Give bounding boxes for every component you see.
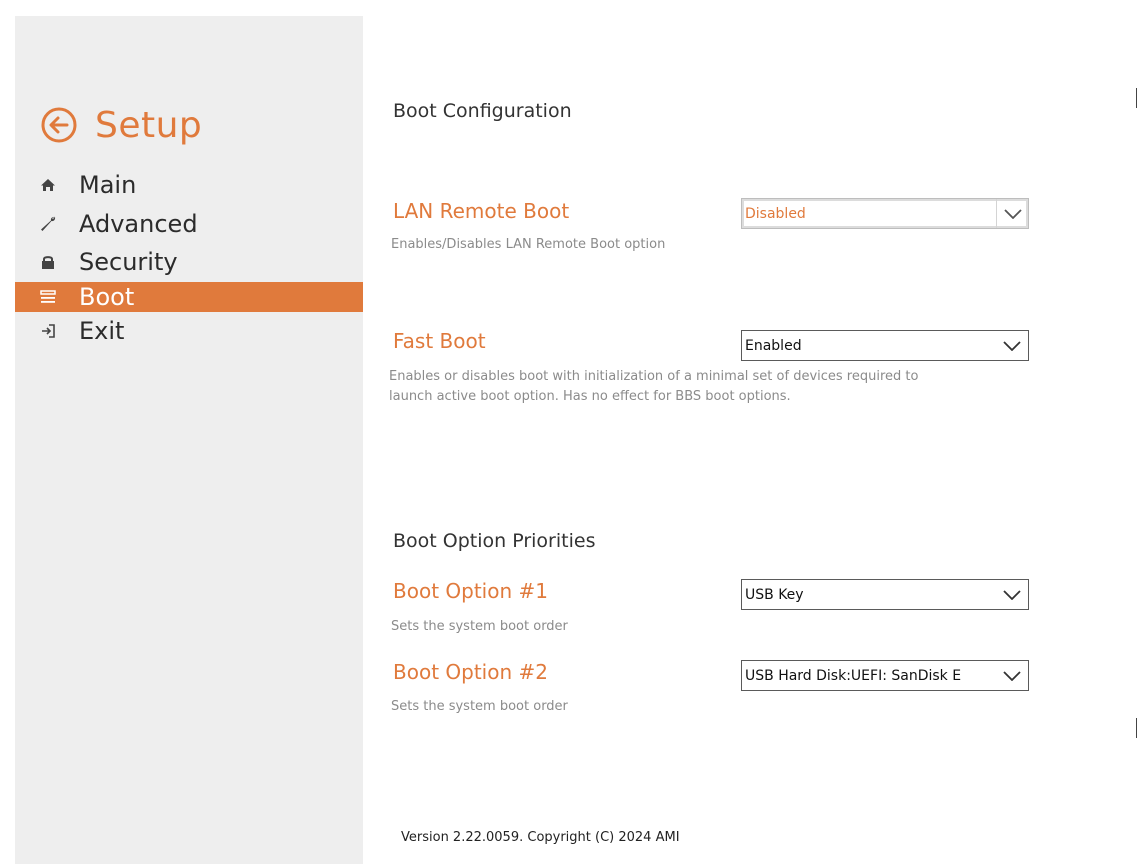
sidebar-item-label: Exit xyxy=(79,316,125,345)
lock-icon xyxy=(39,253,57,271)
boot-option-2-label: Boot Option #2 xyxy=(393,660,548,684)
sidebar-item-main[interactable]: Main xyxy=(15,166,363,205)
scrollbar-top-mark[interactable] xyxy=(1136,88,1137,108)
boot-option-1-help: Sets the system boot order xyxy=(391,619,568,634)
back-arrow-icon[interactable] xyxy=(40,106,78,144)
wrench-icon xyxy=(39,215,57,233)
setup-title: Setup xyxy=(40,100,202,150)
boot-option-2-help: Sets the system boot order xyxy=(391,699,568,714)
chevron-down-icon[interactable] xyxy=(996,199,1028,228)
sidebar-nav: Main Advanced Security Boot Exit xyxy=(15,166,363,350)
boot-option-2-select[interactable]: USB Hard Disk:UEFI: SanDisk E xyxy=(741,660,1029,691)
chevron-down-icon[interactable] xyxy=(996,661,1028,690)
select-value: Disabled xyxy=(745,205,806,222)
home-icon xyxy=(39,176,57,194)
boot-list-icon xyxy=(39,288,57,306)
exit-icon xyxy=(39,322,57,340)
fast-boot-help-line-2: launch active boot option. Has no effect… xyxy=(389,389,791,404)
sidebar-item-label: Main xyxy=(79,171,137,200)
sidebar-item-label: Security xyxy=(79,248,178,277)
boot-option-1-select[interactable]: USB Key xyxy=(741,579,1029,610)
sidebar-item-label: Advanced xyxy=(79,209,198,238)
chevron-down-icon[interactable] xyxy=(996,331,1028,360)
fast-boot-help-line-1: Enables or disables boot with initializa… xyxy=(389,369,919,384)
version-footer: Version 2.22.0059. Copyright (C) 2024 AM… xyxy=(401,830,680,845)
sidebar-item-boot[interactable]: Boot xyxy=(15,281,363,312)
fast-boot-select[interactable]: Enabled xyxy=(741,330,1029,361)
select-value: USB Hard Disk:UEFI: SanDisk E xyxy=(745,667,962,684)
sidebar-item-exit[interactable]: Exit xyxy=(15,312,363,351)
sidebar-item-advanced[interactable]: Advanced xyxy=(15,205,363,244)
boot-option-1-label: Boot Option #1 xyxy=(393,579,548,603)
section-boot-configuration: Boot Configuration xyxy=(393,100,572,122)
section-boot-option-priorities: Boot Option Priorities xyxy=(393,530,596,552)
fast-boot-label: Fast Boot xyxy=(393,329,486,353)
sidebar-item-label: Boot xyxy=(79,282,135,311)
chevron-down-icon[interactable] xyxy=(996,580,1028,609)
setup-label: Setup xyxy=(95,104,203,146)
lan-remote-boot-select[interactable]: Disabled xyxy=(741,198,1029,229)
select-value: Enabled xyxy=(745,337,802,354)
sidebar-item-security[interactable]: Security xyxy=(15,243,363,282)
top-frame xyxy=(0,0,1139,16)
scrollbar-bottom-mark[interactable] xyxy=(1136,718,1137,738)
lan-remote-boot-label: LAN Remote Boot xyxy=(393,199,570,223)
fast-boot-help: Enables or disables boot with initializa… xyxy=(389,367,918,407)
select-value: USB Key xyxy=(745,586,804,603)
lan-remote-boot-help: Enables/Disables LAN Remote Boot option xyxy=(391,237,666,252)
